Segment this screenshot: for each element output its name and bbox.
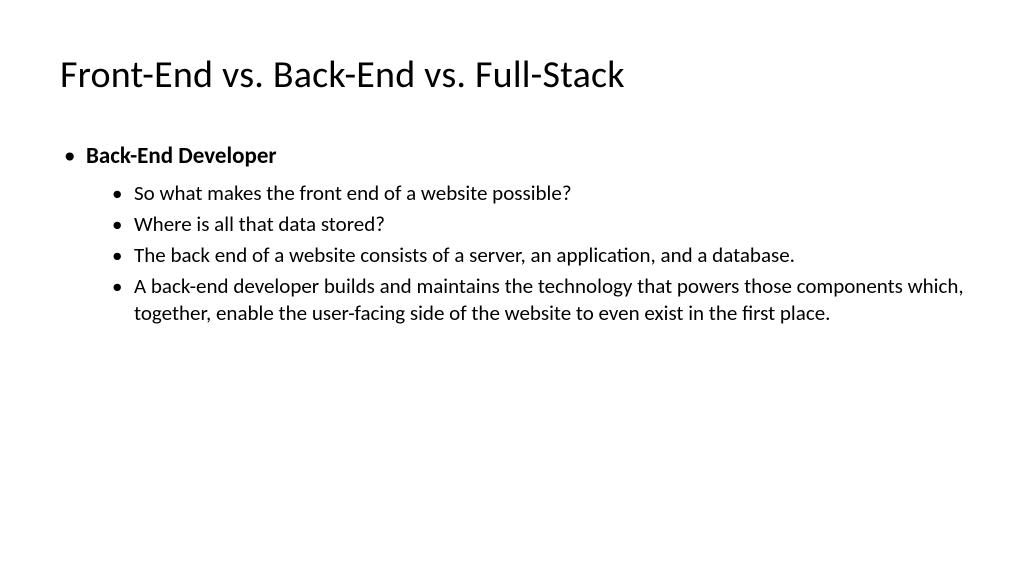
bullet-item: The back end of a website consists of a …: [112, 242, 964, 269]
bullet-item: So what makes the front end of a website…: [112, 180, 964, 207]
slide-title: Front-End vs. Back-End vs. Full-Stack: [60, 52, 964, 98]
bullet-list: So what makes the front end of a website…: [86, 180, 964, 326]
content-list: Back-End Developer So what makes the fro…: [60, 142, 964, 326]
section-heading-item: Back-End Developer So what makes the fro…: [62, 142, 964, 326]
bullet-item: Where is all that data stored?: [112, 211, 964, 238]
section-heading: Back-End Developer: [86, 142, 277, 170]
bullet-item: A back-end developer builds and maintain…: [112, 273, 964, 327]
